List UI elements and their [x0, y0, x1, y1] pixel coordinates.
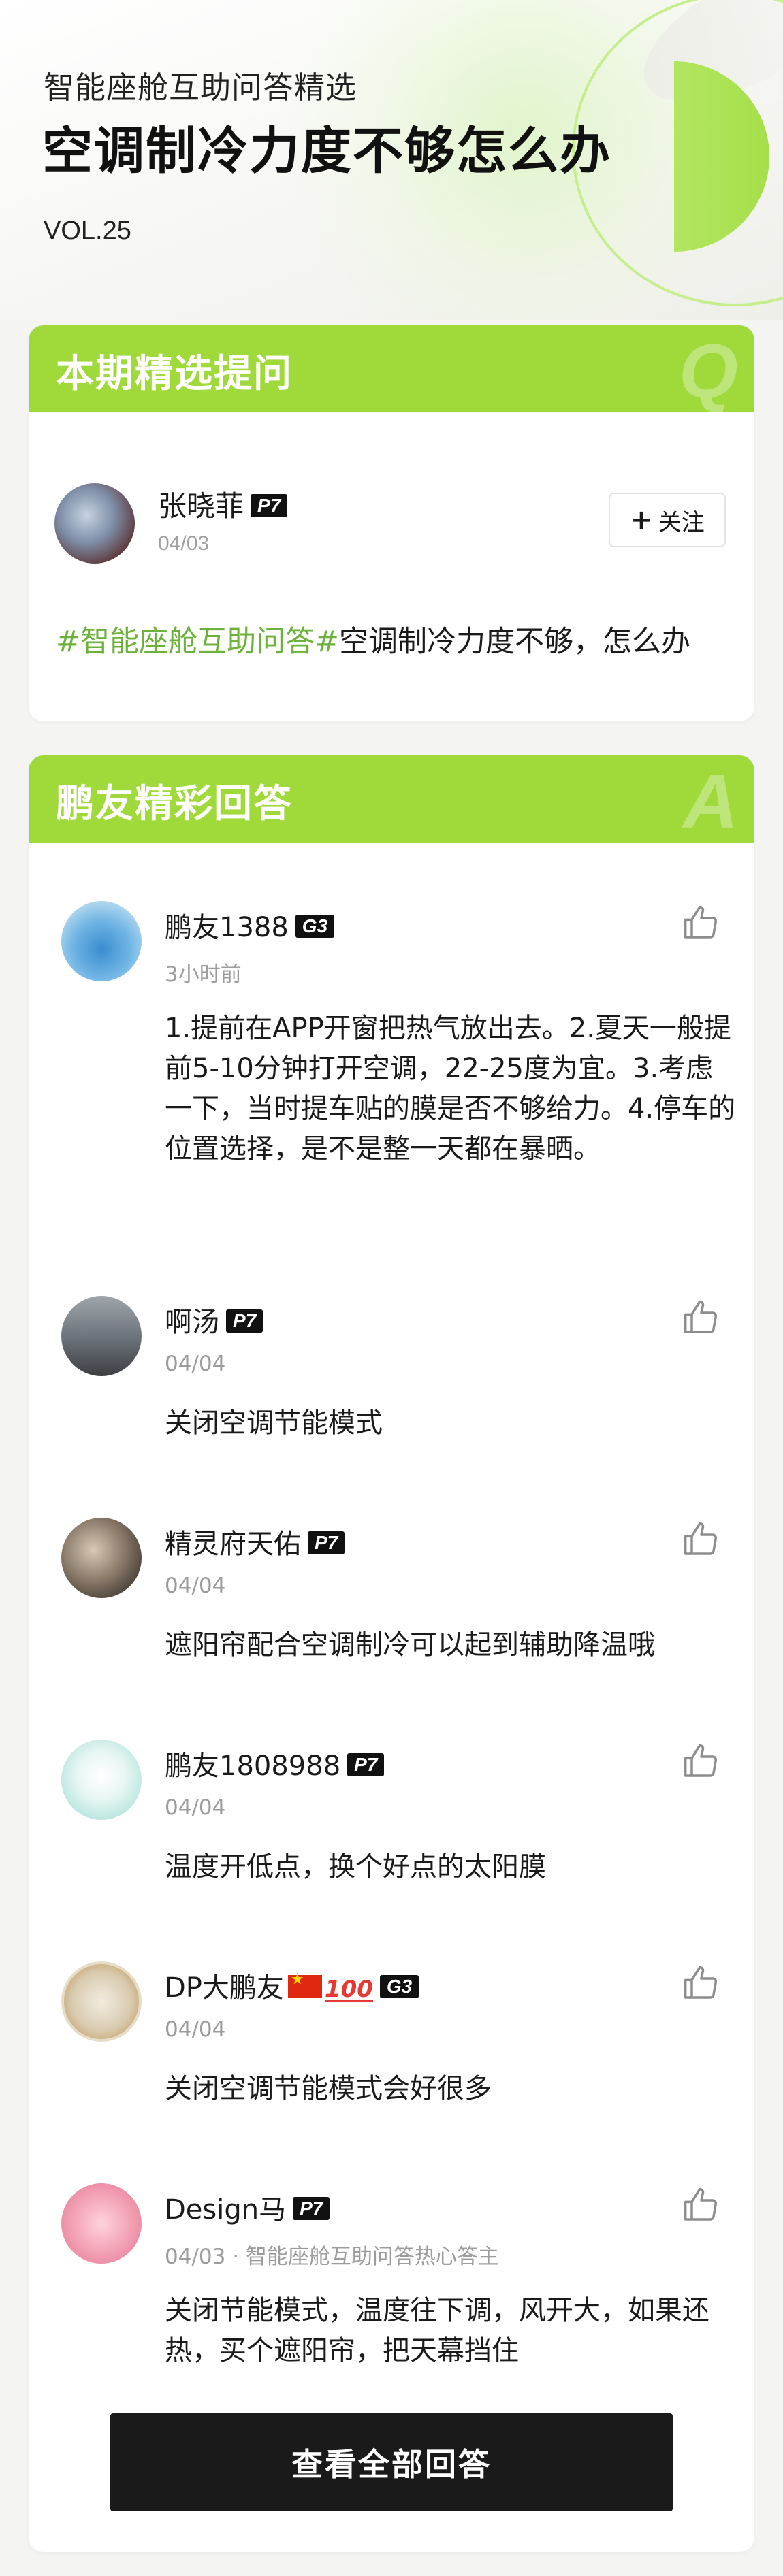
answerer-avatar[interactable]: [61, 1961, 142, 2042]
answers-card-header: 鹏友精彩回答 A: [29, 755, 754, 843]
plus-icon: +: [630, 504, 653, 536]
answerer-avatar[interactable]: [61, 1518, 142, 1598]
answerer-name[interactable]: DP大鹏友: [165, 1972, 284, 2004]
answer-text: 关闭空调节能模式: [165, 1407, 383, 1439]
hundred-points-icon: 100: [324, 1976, 373, 2003]
asker-name-row: 张晓菲 P7: [158, 483, 288, 525]
answerer-avatar[interactable]: [61, 901, 142, 981]
answerer-name-row: Design马 P7: [165, 2187, 330, 2227]
answerer-vehicle-badge: P7: [293, 2197, 330, 2220]
answer-time: 04/03 · 智能座舱互助问答热心答主: [165, 2245, 499, 2269]
answerer-name-row: 鹏友1388 G3: [165, 905, 335, 945]
thumbs-up-icon[interactable]: [682, 2186, 720, 2224]
answerer-vehicle-badge: P7: [226, 1309, 263, 1333]
answerer-avatar[interactable]: [61, 2183, 142, 2264]
answerer-vehicle-badge: P7: [347, 1753, 385, 1776]
answers-section-letter: A: [683, 759, 738, 844]
answer-time: 04/04: [165, 1352, 226, 1376]
answer-text: 遮阳帘配合空调制冷可以起到辅助降温哦: [165, 1629, 655, 1661]
question-card-header: 本期精选提问 Q: [29, 325, 754, 412]
asker-avatar[interactable]: [54, 483, 135, 564]
answer-text: 温度开低点，换个好点的太阳膜: [165, 1851, 546, 1882]
answer-text: 关闭空调节能模式会好很多: [165, 2073, 492, 2104]
answers-section-title: 鹏友精彩回答: [56, 782, 293, 826]
thumbs-up-icon[interactable]: [682, 1520, 720, 1559]
answerer-name[interactable]: 啊汤: [165, 1307, 219, 1338]
question-card: 本期精选提问 Q 张晓菲 P7 04/03 + 关注 #智能座舱互助问答#空调制冷…: [29, 325, 754, 721]
answerer-avatar[interactable]: [61, 1740, 142, 1820]
thumbs-up-icon[interactable]: [682, 1964, 720, 2002]
answer-text: 关闭节能模式，温度往下调，风开大，如果还热，买个遮阳帘，把天幕挡住: [165, 2295, 709, 2366]
follow-button-label: 关注: [658, 508, 705, 536]
asker-name[interactable]: 张晓菲: [158, 489, 244, 523]
answer-time: 04/04: [165, 1795, 226, 1820]
answer-time: 04/04: [165, 1574, 226, 1598]
question-section-letter: Q: [678, 329, 738, 414]
thumbs-up-icon[interactable]: [682, 1299, 720, 1337]
page-title: 空调制冷力度不够怎么办: [42, 122, 611, 180]
question-text: #智能座舱互助问答#空调制冷力度不够，怎么办: [56, 618, 737, 660]
asker-vehicle-badge: P7: [251, 494, 288, 517]
answerer-name-row: 鹏友1808988 P7: [165, 1744, 385, 1783]
answerer-name-row: 啊汤 P7: [165, 1300, 263, 1339]
thumbs-up-icon[interactable]: [682, 1742, 720, 1780]
answer-text: 1.提前在APP开窗把热气放出去。2.夏天一般提前5-10分钟打开空调，22-2…: [165, 1013, 736, 1164]
answer-time: 3小时前: [165, 962, 242, 987]
header-subtitle: 智能座舱互助问答精选: [44, 69, 357, 105]
answerer-name[interactable]: 鹏友1388: [165, 912, 289, 943]
answerer-vehicle-badge: G3: [379, 1975, 419, 1998]
question-body: 空调制冷力度不够，怎么办: [339, 625, 691, 659]
issue-volume: VOL.25: [44, 216, 131, 245]
answerer-avatar[interactable]: [61, 1296, 142, 1376]
answerer-name[interactable]: 鹏友1808988: [165, 1750, 340, 1782]
answerer-vehicle-badge: P7: [308, 1531, 345, 1554]
answers-card: 鹏友精彩回答 A 鹏友1388 G3 3小时前 1.提前在APP开窗把热气放出去。…: [29, 755, 754, 2552]
flag-china-icon: [287, 1971, 322, 1998]
page-header: 智能座舱互助问答精选 空调制冷力度不够怎么办 VOL.25: [0, 0, 783, 320]
thumbs-up-icon[interactable]: [682, 904, 720, 942]
answer-time: 04/04: [165, 2017, 226, 2042]
answerer-name[interactable]: Design马: [165, 2194, 286, 2226]
answerer-vehicle-badge: G3: [295, 915, 335, 938]
answerer-name-row: 精灵府天佑 P7: [165, 1522, 345, 1561]
answerer-name-row: DP大鹏友 100 G3: [165, 1966, 419, 2005]
question-date: 04/03: [158, 532, 210, 555]
follow-button[interactable]: + 关注: [609, 493, 726, 547]
topic-tag-link[interactable]: #智能座舱互助问答#: [56, 625, 339, 659]
answerer-name[interactable]: 精灵府天佑: [165, 1529, 301, 1560]
view-all-answers-button[interactable]: 查看全部回答: [110, 2413, 673, 2511]
question-section-title: 本期精选提问: [56, 352, 293, 396]
